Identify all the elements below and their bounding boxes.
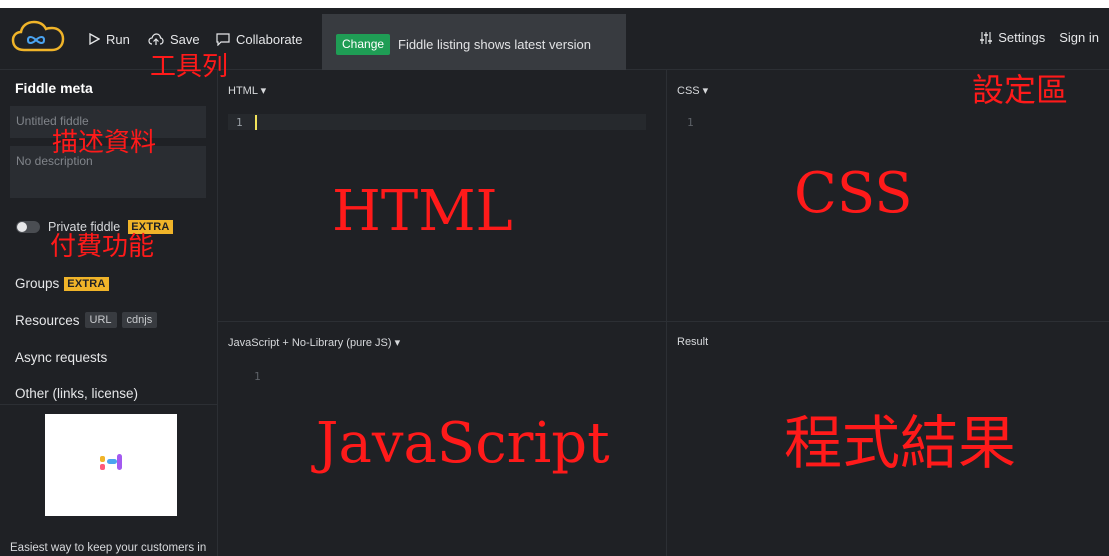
sponsor-ad-text[interactable]: Easiest way to keep your customers in th… [10,540,210,556]
right-tools: Settings Sign in [979,30,1099,45]
collaborate-button[interactable]: Collaborate [216,30,303,48]
annotation-html: HTML [332,179,513,244]
annotation-javascript: JavaScript [316,411,610,476]
annotation-result: 程式結果 [784,409,1017,477]
settings-button[interactable]: Settings [979,30,1045,45]
notice-text: Fiddle listing shows latest version [398,37,591,52]
resource-tag-url[interactable]: URL [84,312,117,328]
sidebar-title: Fiddle meta [15,80,93,96]
private-fiddle-toggle[interactable] [16,221,40,233]
annotation-paid-features: 付費功能 [50,232,155,262]
sidebar-item-groups[interactable]: Groups EXTRA [15,276,109,291]
version-notice: Change Fiddle listing shows latest versi… [322,14,626,70]
save-button[interactable]: Save [148,30,200,48]
groups-label: Groups [15,276,60,291]
css-panel-label[interactable]: CSS ▾ [677,84,708,97]
resources-label: Resources [15,312,80,328]
jsfiddle-logo-icon[interactable] [10,18,66,58]
resource-tag-cdnjs[interactable]: cdnjs [121,312,158,328]
javascript-panel-label[interactable]: JavaScript + No-Library (pure JS) ▾ [228,336,400,349]
play-icon [89,33,100,45]
settings-label: Settings [998,30,1046,45]
cloud-upload-icon [148,32,164,45]
sliders-icon [980,31,993,44]
annotation-toolbar: 工具列 [150,52,229,82]
sidebar-divider [0,404,218,405]
sidebar-item-resources[interactable]: Resources URL cdnjs [15,312,158,328]
html-panel-label[interactable]: HTML ▾ [228,84,266,97]
run-label: Run [106,31,130,47]
annotation-css: CSS [794,161,913,226]
html-line-number: 1 [236,116,243,129]
sidebar-item-other[interactable]: Other (links, license) [15,386,138,401]
save-label: Save [170,31,200,47]
html-text-cursor [255,115,257,130]
js-line-number: 1 [254,370,261,383]
css-line-number: 1 [687,116,694,129]
signin-link[interactable]: Sign in [1059,30,1099,45]
html-active-line [228,114,646,130]
change-button[interactable]: Change [336,34,391,55]
chat-bubble-icon [216,32,230,46]
sponsor-logo-icon [100,454,122,470]
collaborate-label: Collaborate [236,31,303,47]
sidebar-item-async-requests[interactable]: Async requests [15,350,107,365]
extra-badge: EXTRA [64,276,109,291]
annotation-settings: 設定區 [972,71,1069,109]
annotation-metadata: 描述資料 [52,128,157,158]
sponsor-ad-image[interactable] [45,414,177,516]
result-panel-label: Result [677,336,709,348]
run-button[interactable]: Run [88,30,130,48]
